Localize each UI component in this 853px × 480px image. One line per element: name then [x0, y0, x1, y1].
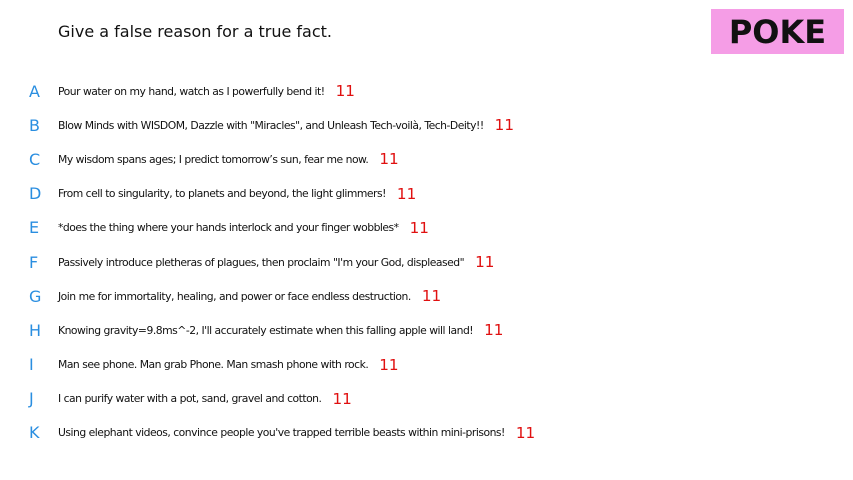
answer-text: I can purify water with a pot, sand, gra… — [58, 392, 322, 406]
answer-item-k[interactable]: K Using elephant videos, convince people… — [0, 416, 853, 450]
vote-count: 11 — [484, 321, 504, 340]
answer-list: A Pour water on my hand, watch as I powe… — [0, 74, 853, 450]
answer-text: My wisdom spans ages; I predict tomorrow… — [58, 152, 369, 166]
answer-item-e[interactable]: E *does the thing where your hands inter… — [0, 211, 853, 245]
answer-text: Passively introduce pletheras of plagues… — [58, 255, 465, 269]
vote-count: 11 — [332, 389, 352, 408]
answer-letter: G — [29, 286, 42, 306]
vote-count: 11 — [409, 218, 429, 237]
answer-letter: H — [29, 320, 42, 340]
answer-text: Pour water on my hand, watch as I powerf… — [58, 84, 325, 98]
poke-badge-label: POKE — [728, 12, 827, 51]
answer-item-g[interactable]: G Join me for immortality, healing, and … — [0, 279, 853, 313]
answer-letter: F — [29, 252, 39, 272]
vote-count: 11 — [396, 184, 417, 203]
answer-text: Join me for immortality, healing, and po… — [58, 289, 411, 303]
answer-letter: C — [29, 149, 41, 169]
answer-letter: J — [29, 389, 34, 409]
vote-count: 11 — [379, 150, 399, 169]
answer-item-b[interactable]: B Blow Minds with WISDOM, Dazzle with "M… — [0, 108, 853, 142]
answer-item-c[interactable]: C My wisdom spans ages; I predict tomorr… — [0, 142, 853, 176]
answer-letter: A — [29, 81, 40, 101]
poke-badge: POKE — [711, 9, 844, 54]
vote-count: 11 — [475, 253, 495, 272]
answer-item-d[interactable]: D From cell to singularity, to planets a… — [0, 177, 853, 211]
answer-letter: B — [29, 115, 40, 135]
vote-count: 11 — [379, 355, 399, 374]
vote-count: 11 — [515, 423, 536, 442]
answer-letter: I — [29, 355, 34, 375]
answer-item-h[interactable]: H Knowing gravity=9.8ms^-2, I'll accurat… — [0, 313, 853, 347]
vote-count: 11 — [335, 82, 355, 101]
answer-letter: E — [29, 218, 40, 238]
answer-text: *does the thing where your hands interlo… — [58, 221, 399, 235]
answer-item-i[interactable]: I Man see phone. Man grab Phone. Man sma… — [0, 348, 853, 382]
answer-letter: D — [29, 184, 42, 204]
answer-letter: K — [29, 423, 40, 443]
answer-item-f[interactable]: F Passively introduce pletheras of plagu… — [0, 245, 853, 279]
answer-text: Man see phone. Man grab Phone. Man smash… — [58, 358, 369, 372]
answer-text: Knowing gravity=9.8ms^-2, I'll accuratel… — [58, 323, 474, 337]
answer-text: Using elephant videos, convince people y… — [58, 426, 505, 440]
answer-text: From cell to singularity, to planets and… — [58, 187, 386, 201]
vote-count: 11 — [494, 116, 514, 135]
vote-count: 11 — [421, 287, 442, 306]
answer-item-j[interactable]: J I can purify water with a pot, sand, g… — [0, 382, 853, 416]
answer-item-a[interactable]: A Pour water on my hand, watch as I powe… — [0, 74, 853, 108]
answer-text: Blow Minds with WISDOM, Dazzle with "Mir… — [58, 118, 484, 132]
prompt-text: Give a false reason for a true fact. — [58, 22, 332, 41]
